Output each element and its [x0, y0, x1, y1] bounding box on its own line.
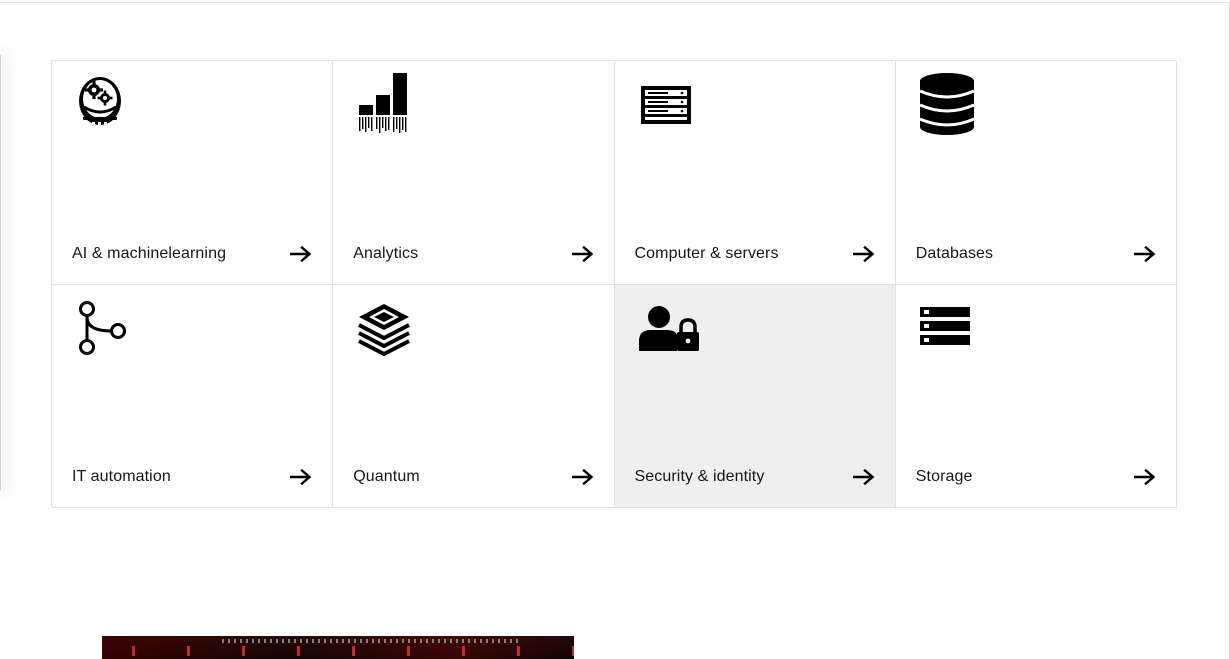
tile-label: IT automation [72, 468, 171, 485]
ai-brain-gear-icon [76, 73, 130, 135]
arrow-right-icon [852, 245, 875, 262]
image-truss-detail [222, 639, 522, 643]
page: AI & machinelearning Analytics Computer … [0, 0, 1230, 659]
product-category-grid: AI & machinelearning Analytics Computer … [51, 60, 1177, 508]
arrow-right-icon [290, 469, 312, 485]
tile-storage[interactable]: Storage [895, 284, 1177, 508]
arrow-right-icon [290, 245, 312, 262]
image-lights-detail [102, 646, 574, 656]
tile-databases[interactable]: Databases [895, 61, 1177, 285]
arrow-right-icon [1134, 245, 1156, 262]
tile-label: AI & machinelearning [72, 244, 227, 262]
side-panel-edge [0, 55, 1, 490]
arrow-right-icon [571, 469, 593, 485]
server-rack-icon [639, 73, 693, 135]
tile-label: Databases [915, 244, 994, 262]
top-divider [0, 2, 1228, 3]
analytics-bars-icon [357, 73, 411, 135]
tile-analytics[interactable]: Analytics [333, 61, 615, 285]
storage-list-icon [919, 297, 974, 359]
tile-label: Security & identity [634, 468, 765, 485]
arrow-right-icon [571, 245, 593, 262]
tile-label: Computer & servers [634, 244, 779, 262]
tile-it-automation[interactable]: IT automation [52, 284, 334, 508]
layers-icon [357, 297, 411, 359]
user-lock-icon [638, 297, 699, 359]
branch-icon [76, 297, 130, 359]
promo-event-image [102, 636, 574, 659]
tile-quantum[interactable]: Quantum [333, 284, 615, 508]
tile-label: Quantum [353, 468, 420, 485]
arrow-right-icon [1134, 469, 1156, 485]
tile-label: Analytics [353, 244, 419, 262]
database-icon [919, 73, 974, 135]
tile-computer-servers[interactable]: Computer & servers [614, 61, 896, 285]
arrow-right-icon [852, 469, 875, 485]
tile-ai-machinelearning[interactable]: AI & machinelearning [52, 61, 334, 285]
tile-label: Storage [915, 468, 973, 485]
tile-security-identity[interactable]: Security & identity [614, 284, 896, 508]
